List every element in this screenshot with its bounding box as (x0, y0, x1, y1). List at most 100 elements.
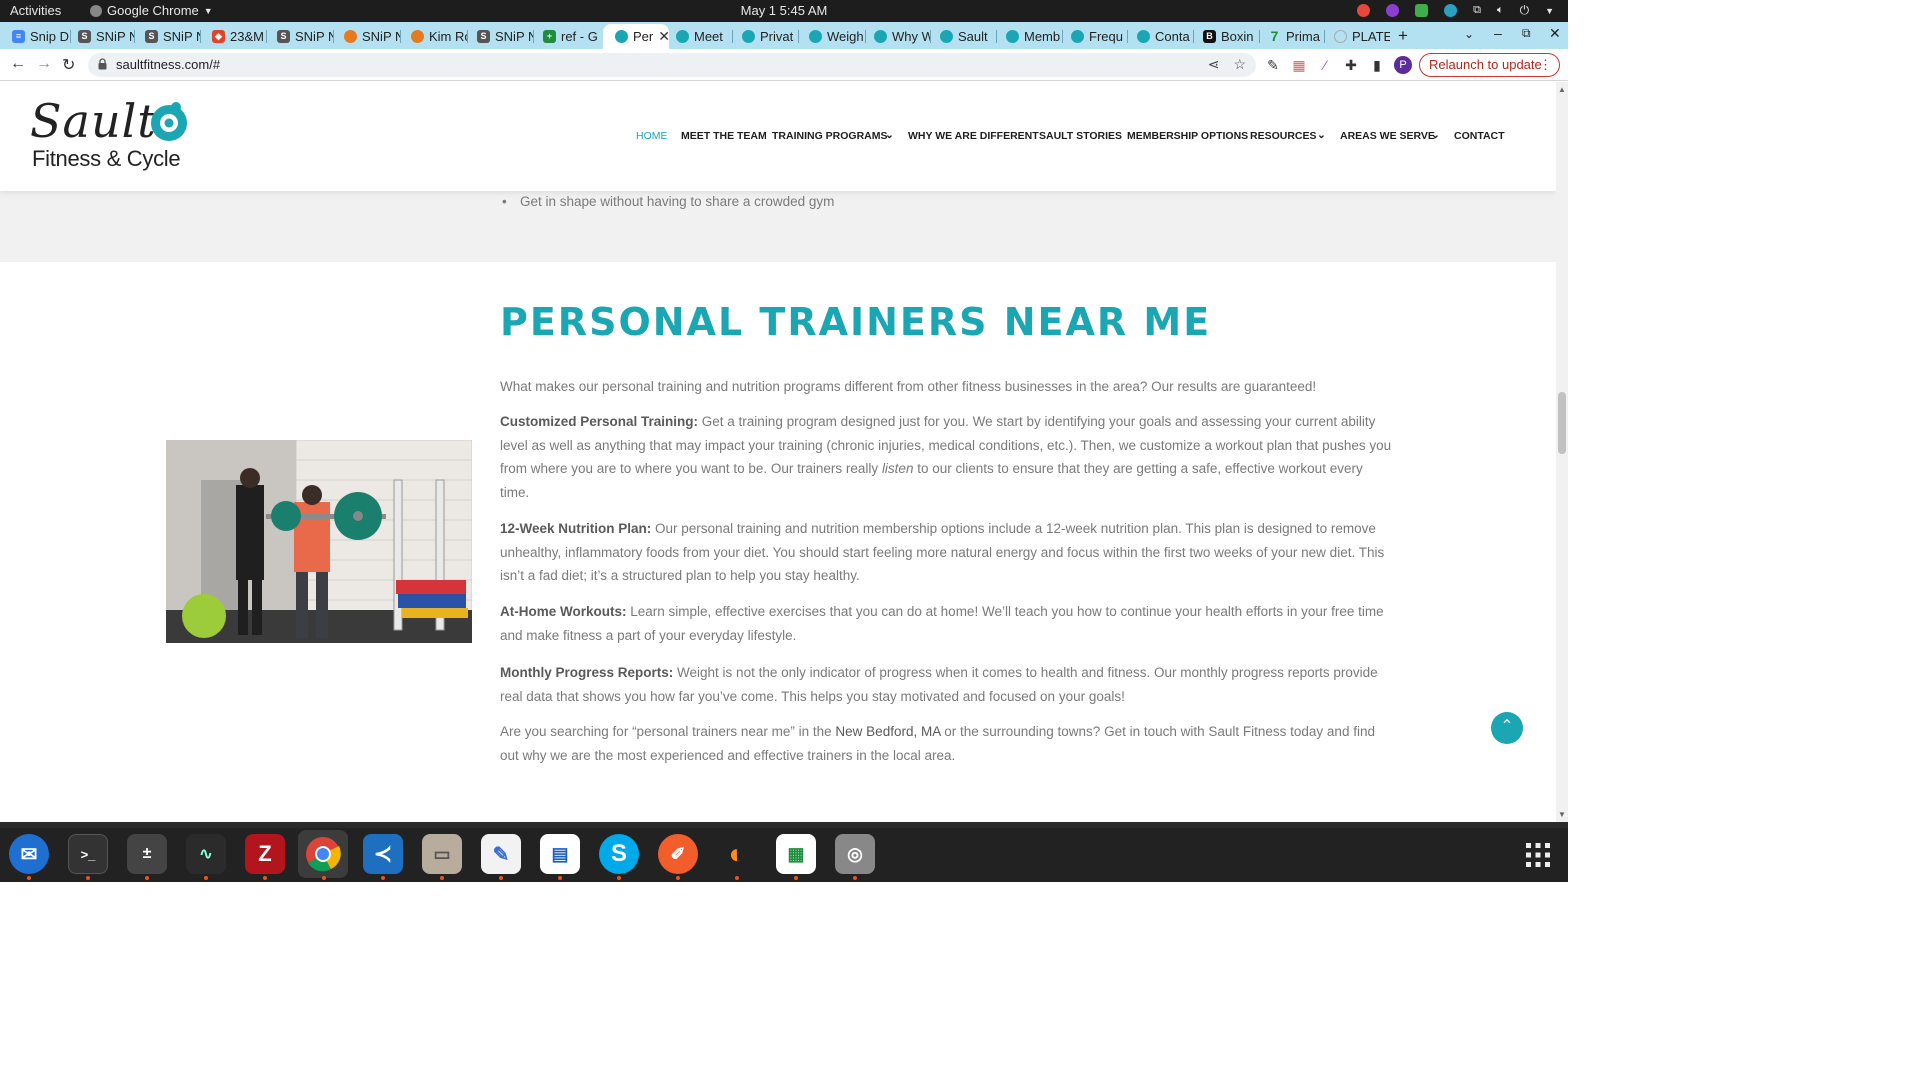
nav-contact[interactable]: CONTACT (1454, 130, 1505, 142)
close-window-icon[interactable]: ✕ (1549, 25, 1561, 42)
files-icon[interactable]: ▭ (422, 834, 462, 874)
tab[interactable]: Memb (994, 25, 1062, 47)
location-link[interactable]: New Bedford, MA (835, 724, 940, 739)
side-panel-icon[interactable]: ▮ (1369, 57, 1385, 73)
extension-tray-icon[interactable] (1386, 4, 1400, 17)
tab[interactable]: Sault (928, 25, 996, 47)
profile-avatar[interactable]: P (1394, 56, 1412, 74)
chrome-dock-icon[interactable] (298, 830, 348, 878)
kebab-menu-icon[interactable]: ⋮ (1539, 54, 1552, 76)
caret-down-icon[interactable]: ▼ (1545, 6, 1554, 16)
vpn-tray-icon[interactable] (1444, 4, 1458, 17)
chevron-down-icon[interactable]: ⌄ (1431, 129, 1440, 141)
address-bar[interactable]: saultfitness.com/# ⋖ ☆ (88, 53, 1256, 77)
bookmark-star-icon[interactable]: ☆ (1233, 56, 1246, 73)
chevron-down-icon[interactable]: ⌄ (885, 129, 894, 141)
site-logo[interactable]: Sault Fitness & Cycle (30, 94, 200, 176)
share-icon[interactable]: ⋖ (1208, 56, 1220, 73)
maximize-icon[interactable]: ⧉ (1522, 26, 1531, 41)
nav-training-programs[interactable]: TRAINING PROGRAMS (772, 130, 888, 142)
url-text[interactable]: saultfitness.com/# (116, 57, 220, 72)
new-tab-icon[interactable]: + (1398, 26, 1408, 46)
show-applications-icon[interactable] (1525, 842, 1551, 868)
calendar-extension-icon[interactable]: ▦ (1291, 57, 1307, 73)
forward-icon[interactable]: → (36, 55, 52, 73)
text-editor-icon[interactable]: ✎ (481, 834, 521, 874)
tab[interactable]: Kim Ro (399, 25, 467, 47)
filezilla-icon[interactable]: Z (245, 834, 285, 874)
volume-icon[interactable]: 🔈︎ (1497, 4, 1504, 17)
network-icon[interactable]: ⧉ (1473, 4, 1481, 17)
lock-icon[interactable] (98, 58, 107, 70)
sault-icon (1006, 29, 1019, 43)
nav-why-we-are-different[interactable]: WHY WE ARE DIFFERENT (908, 130, 1039, 142)
tab[interactable]: Meet (664, 25, 732, 47)
nav-meet-the-team[interactable]: MEET THE TEAM (681, 130, 767, 142)
skype-icon[interactable]: S (599, 834, 639, 874)
app-menu[interactable]: Google Chrome ▼ (90, 3, 213, 18)
terminal-icon[interactable]: >_ (68, 834, 108, 874)
tab-label: Memb (1024, 28, 1061, 44)
tab[interactable]: S SNiP N (465, 25, 533, 47)
calculator-icon[interactable]: ± (127, 834, 167, 874)
chevron-down-icon[interactable]: ⌄ (1317, 129, 1326, 141)
tab-label: SNiP N (96, 28, 134, 44)
back-icon[interactable]: ← (10, 55, 26, 73)
tab[interactable]: 7 Prima (1256, 25, 1324, 47)
thunderbird-icon[interactable]: ✉ (9, 834, 49, 874)
tab[interactable]: Frequ (1059, 25, 1127, 47)
tab[interactable]: S SNiP N (133, 25, 201, 47)
vscode-icon[interactable]: ≺ (363, 834, 403, 874)
reload-icon[interactable]: ↻ (62, 55, 75, 75)
tab[interactable]: ◆ 23&M (200, 25, 266, 47)
tab[interactable]: S SNiP N (265, 25, 333, 47)
tab[interactable]: PLATE (1322, 25, 1390, 47)
tab-active[interactable]: Per ✕ (603, 24, 669, 49)
scroll-down-arrow-icon[interactable]: ▼ (1558, 810, 1566, 819)
gitlab-icon: ◆ (212, 29, 225, 43)
scrollbar-thumb[interactable] (1558, 392, 1566, 454)
tab[interactable]: + ref - G (531, 25, 601, 47)
tab[interactable]: ≡ Snip D (0, 25, 70, 47)
pen-extension-icon[interactable]: ⁄ (1317, 57, 1333, 73)
check-tray-icon[interactable] (1415, 4, 1429, 17)
tab[interactable]: Why W (862, 25, 930, 47)
page-scrollbar[interactable]: ▲ ▼ (1556, 82, 1568, 822)
tab[interactable]: Weigh (797, 25, 865, 47)
nav-membership-options[interactable]: MEMBERSHIP OPTIONS (1127, 130, 1248, 142)
tab[interactable]: Conta (1125, 25, 1193, 47)
tab-label: Weigh (827, 28, 864, 44)
at-home-workouts-paragraph: At-Home Workouts: Learn simple, effectiv… (500, 600, 1392, 647)
libreoffice-calc-icon[interactable]: ▦ (776, 834, 816, 874)
tab[interactable]: SNiP N (332, 25, 400, 47)
nav-home[interactable]: HOME (636, 130, 668, 142)
minimize-icon[interactable]: – (1494, 25, 1502, 41)
relaunch-button[interactable]: Relaunch to update ⋮ (1419, 53, 1560, 77)
activities-button[interactable]: Activities (10, 3, 61, 18)
libreoffice-writer-icon[interactable]: ▤ (540, 834, 580, 874)
system-monitor-icon[interactable]: ∿ (186, 834, 226, 874)
nav-resources[interactable]: RESOURCES (1250, 130, 1317, 142)
disc-icon[interactable]: ◎ (835, 834, 875, 874)
pencil-app-icon[interactable]: ✐ (658, 834, 698, 874)
progress-reports-paragraph: Monthly Progress Reports: Weight is not … (500, 661, 1392, 708)
tab-search-icon[interactable]: ⌄ (1464, 27, 1474, 41)
scroll-to-top-button[interactable]: ⌃ (1491, 712, 1523, 744)
power-icon[interactable]: ⏻ (1520, 3, 1530, 18)
tab-label: Meet (694, 28, 723, 44)
snip-icon: S (145, 29, 158, 43)
tab[interactable]: Privat (730, 25, 798, 47)
tab-strip: ≡ Snip D S SNiP N S SNiP N ◆ 23&M S SNiP N SN… (0, 22, 1568, 49)
flame-app-icon[interactable]: ◐ (717, 834, 757, 874)
scroll-up-arrow-icon[interactable]: ▲ (1558, 85, 1566, 94)
chrome-tray-icon[interactable] (1357, 4, 1371, 17)
extensions-puzzle-icon[interactable]: ✚ (1343, 57, 1359, 73)
nav-sault-stories[interactable]: SAULT STORIES (1039, 130, 1122, 142)
tab-label: SNiP N (362, 28, 400, 44)
nav-areas-we-serve[interactable]: AREAS WE SERVE (1340, 130, 1435, 142)
eyedropper-extension-icon[interactable]: ✎ (1265, 57, 1281, 73)
tab[interactable]: S SNiP N (66, 25, 134, 47)
clock[interactable]: May 1 5:45 AM (0, 3, 1568, 18)
tab[interactable]: B Boxin (1191, 25, 1259, 47)
tab-label: Sault (958, 28, 988, 44)
